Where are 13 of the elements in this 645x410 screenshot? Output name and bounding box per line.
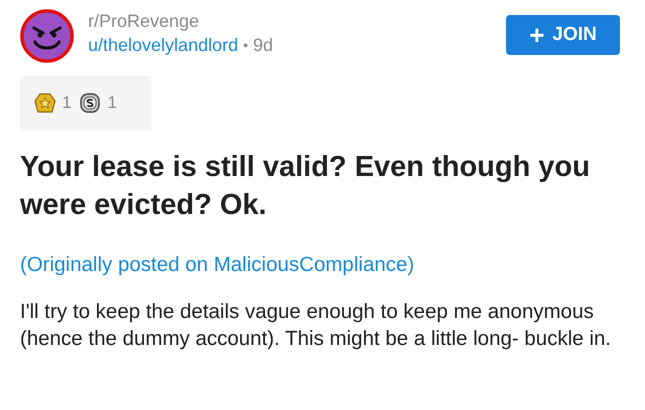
separator-dot: • bbox=[243, 36, 248, 55]
subreddit-name[interactable]: r/ProRevenge bbox=[88, 9, 274, 33]
post-title: Your lease is still valid? Even though you were evicted? Ok. bbox=[20, 150, 591, 223]
original-post-link[interactable]: (Originally posted on MaliciousCompliance) bbox=[20, 253, 414, 276]
coin-icon bbox=[79, 92, 102, 114]
star-medal-icon bbox=[34, 92, 56, 114]
author-link[interactable]: u/thelovelylandlord bbox=[88, 33, 238, 57]
post-body: I'll try to keep the details vague enough to keep me anonymous (hence the dummy account). This might be a little long- buckle in. bbox=[20, 298, 612, 352]
join-button[interactable]: + JOIN bbox=[506, 15, 620, 55]
award-count: 1 bbox=[62, 92, 72, 114]
post-age: 9d bbox=[253, 34, 274, 57]
award-count: 1 bbox=[107, 92, 117, 114]
devil-face-avatar-icon bbox=[20, 9, 74, 63]
